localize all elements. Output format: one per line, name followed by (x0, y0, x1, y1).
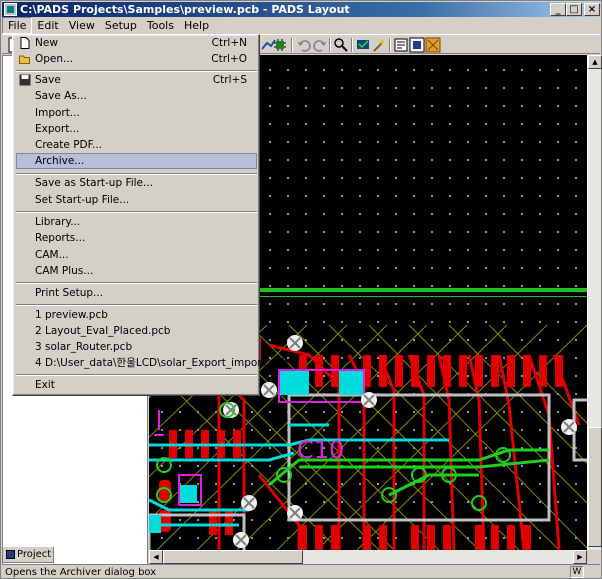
project-tab[interactable]: Project (2, 547, 54, 563)
scroll-up-button[interactable]: ▲ (588, 55, 602, 69)
layer-icon[interactable] (409, 37, 425, 53)
menu-item-create-pdf[interactable]: Create PDF... (16, 137, 257, 153)
menu-item-label: 1 preview.pcb (35, 309, 108, 321)
menu-item-set-startup[interactable]: Set Start-up File... (16, 192, 257, 208)
status-indicator: W (570, 566, 584, 578)
horizontal-scrollbar[interactable]: ◀ ▶ (149, 550, 587, 564)
menu-item-label: Save as Start-up File... (35, 177, 154, 189)
scroll-left-button[interactable]: ◀ (149, 550, 163, 564)
menu-item-new[interactable]: New Ctrl+N (16, 35, 257, 51)
menu-item-label: Set Start-up File... (35, 194, 130, 206)
menu-item-shortcut: Ctrl+N (211, 37, 247, 49)
menu-item-cam[interactable]: CAM... (16, 247, 257, 263)
menu-item-shortcut: Ctrl+O (211, 53, 247, 65)
menu-item-open[interactable]: Open... Ctrl+O (16, 51, 257, 67)
menu-item-exit[interactable]: Exit (16, 377, 257, 393)
cyan-pad (179, 485, 197, 503)
menu-item-label: Create PDF... (35, 139, 103, 151)
menu-item-label: 3 solar_Router.pcb (35, 341, 133, 353)
toolbar-separator (389, 38, 391, 52)
component-icon[interactable] (272, 37, 288, 53)
verify-icon[interactable] (355, 37, 371, 53)
new-file-icon (20, 37, 30, 49)
close-button[interactable]: × (584, 3, 600, 16)
open-folder-icon (19, 55, 30, 64)
menu-item-save-startup[interactable]: Save as Start-up File... (16, 175, 257, 191)
menu-separator (16, 374, 257, 376)
menu-item-label: Print Setup... (35, 287, 104, 299)
horizontal-scroll-thumb[interactable] (163, 550, 303, 564)
menu-item-library[interactable]: Library... (16, 214, 257, 230)
menu-separator (16, 282, 257, 284)
menu-item-shortcut: Ctrl+S (212, 74, 247, 86)
status-message: Opens the Archiver dialog box (5, 567, 157, 578)
cyan-pad (339, 370, 364, 395)
menu-setup[interactable]: Setup (100, 17, 142, 34)
display-icon[interactable] (393, 37, 409, 53)
menu-item-label: Open... (35, 53, 74, 65)
toolbar-separator (291, 38, 293, 52)
menu-item-recent-1[interactable]: 1 preview.pcb (16, 307, 257, 323)
menu-item-label: CAM Plus... (35, 265, 94, 277)
project-tab-label: Project (17, 549, 52, 560)
menu-item-label: 4 D:\User_data\한울LCD\solar_Export_import… (35, 357, 289, 369)
component-refdes: C10 (297, 436, 344, 464)
menu-item-label: 2 Layout_Eval_Placed.pcb (35, 325, 171, 337)
cyan-pad (279, 370, 309, 395)
menu-view[interactable]: View (64, 17, 100, 34)
menu-bar: File Edit View Setup Tools Help (2, 17, 600, 34)
toolbar-separator (329, 38, 331, 52)
menu-item-label: CAM... (35, 249, 69, 261)
menu-item-archive[interactable]: Archive... (16, 153, 257, 169)
pads-layout-window: C:\PADS Projects\Samples\preview.pcb - P… (0, 0, 602, 579)
redo-icon[interactable] (312, 37, 328, 53)
menu-item-label: Archive... (35, 155, 85, 167)
menu-item-import[interactable]: Import... (16, 105, 257, 121)
ic-pads-bottom (299, 525, 531, 550)
menu-item-label: Reports... (35, 232, 86, 244)
cyan-pad (149, 515, 161, 533)
title-bar: C:\PADS Projects\Samples\preview.pcb - P… (2, 2, 600, 17)
file-menu-dropdown: New Ctrl+N Open... Ctrl+O Save Ctrl+S Sa… (12, 34, 288, 396)
menu-item-recent-4[interactable]: 4 D:\User_data\한울LCD\solar_Export_import… (16, 355, 288, 371)
menu-item-reports[interactable]: Reports... (16, 230, 257, 246)
scroll-right-button[interactable]: ▶ (573, 550, 587, 564)
menu-item-label: Library... (35, 216, 81, 228)
minimize-button[interactable]: _ (550, 3, 566, 16)
menu-item-save[interactable]: Save Ctrl+S (16, 72, 257, 88)
menu-item-cam-plus[interactable]: CAM Plus... (16, 263, 257, 279)
project-icon (6, 550, 15, 559)
pads-app-icon (4, 3, 17, 16)
status-bar: Opens the Archiver dialog box W (2, 564, 600, 579)
menu-tools[interactable]: Tools (142, 17, 179, 34)
menu-item-label: Import... (35, 107, 80, 119)
menu-item-label: Save As... (35, 90, 87, 102)
menu-separator (16, 304, 257, 306)
undo-icon[interactable] (296, 37, 312, 53)
toolbar-separator (351, 38, 353, 52)
menu-item-label: Save (35, 74, 61, 86)
maximize-button[interactable]: □ (566, 3, 582, 16)
menu-item-recent-3[interactable]: 3 solar_Router.pcb (16, 339, 257, 355)
save-icon (19, 74, 31, 86)
menu-item-print-setup[interactable]: Print Setup... (16, 285, 257, 301)
menu-item-label: Export... (35, 123, 80, 135)
menu-item-export[interactable]: Export... (16, 121, 257, 137)
window-title: C:\PADS Projects\Samples\preview.pcb - P… (20, 3, 350, 16)
menu-separator (16, 211, 257, 213)
vertical-scrollbar[interactable]: ▲ (587, 55, 602, 550)
menu-item-save-as[interactable]: Save As... (16, 88, 257, 104)
menu-help[interactable]: Help (179, 17, 214, 34)
menu-item-label: Exit (35, 379, 55, 391)
settings-icon[interactable] (425, 37, 441, 53)
menu-file[interactable]: File (2, 17, 33, 34)
wizard-icon[interactable] (371, 37, 387, 53)
menu-item-label: New (35, 37, 58, 49)
zoom-icon[interactable] (333, 37, 349, 53)
menu-edit[interactable]: Edit (32, 17, 63, 34)
menu-item-recent-2[interactable]: 2 Layout_Eval_Placed.pcb (16, 323, 257, 339)
vertical-scroll-thumb[interactable] (588, 427, 602, 547)
